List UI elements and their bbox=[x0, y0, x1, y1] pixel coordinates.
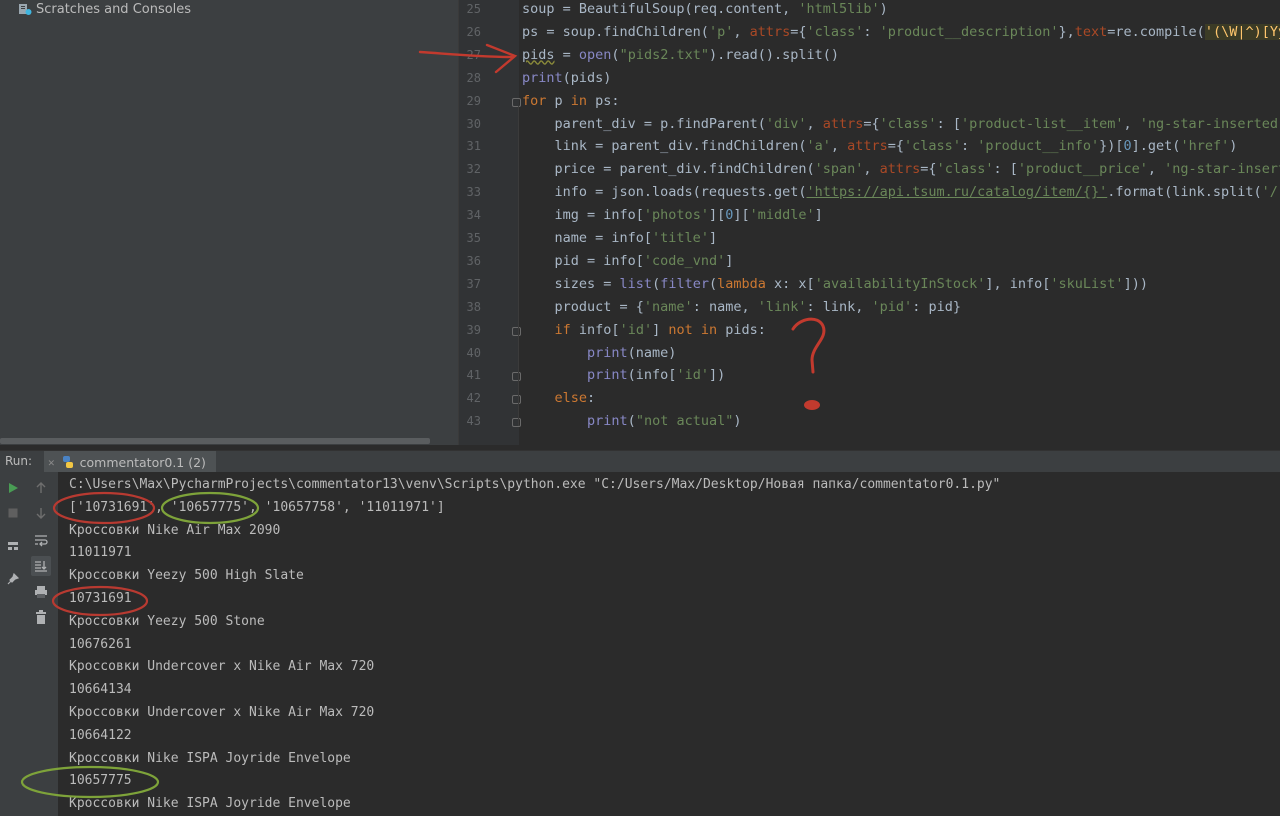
code-line: soup = BeautifulSoup(req.content, 'html5… bbox=[522, 1, 888, 17]
clear-all-icon[interactable] bbox=[33, 609, 49, 625]
code-line: else: bbox=[554, 390, 596, 407]
project-item-label: Scratches and Consoles bbox=[36, 1, 192, 17]
line-number: 40 bbox=[466, 345, 481, 360]
code-line: info = json.loads(requests.get('https://… bbox=[522, 184, 1280, 201]
code-line: img = info['photos'][0]['middle'] bbox=[522, 207, 823, 224]
console-line: 10664134 bbox=[69, 682, 132, 698]
console-line: ['10731691', '10657775', '10657758', '11… bbox=[69, 499, 445, 515]
console-line: Кроссовки Nike Air Max 2090 bbox=[69, 522, 281, 538]
run-tab-label: commentator0.1 (2) bbox=[79, 454, 206, 470]
console-line: Кроссовки Nike ISPA Joyride Envelope bbox=[69, 750, 351, 766]
line-number: 43 bbox=[466, 414, 481, 429]
line-number: 25 bbox=[466, 2, 481, 16]
scroll-up-icon[interactable] bbox=[33, 480, 49, 496]
console-line: 10676261 bbox=[69, 636, 132, 652]
fold-marker-icon[interactable] bbox=[512, 97, 521, 107]
console-line: Кроссовки Undercover x Nike Air Max 720 bbox=[69, 659, 375, 675]
line-number: 35 bbox=[466, 231, 481, 245]
fold-marker-icon[interactable] bbox=[512, 395, 521, 405]
code-line: ps = soup.findChildren('p', attrs={'clas… bbox=[522, 23, 1280, 40]
scroll-down-icon[interactable] bbox=[33, 505, 49, 521]
code-editor[interactable]: 25 26 27 28 29 30 31 32 33 34 35 36 37 38 39 40 41 42 43 s… bbox=[458, 0, 1280, 445]
fold-marker-icon[interactable] bbox=[512, 326, 521, 336]
run-toolwindow-header: Run: ✕ commentator0.1 (2) bbox=[0, 450, 1280, 473]
run-label: Run: bbox=[5, 454, 33, 468]
line-number: 37 bbox=[466, 276, 481, 291]
code-line: print(pids) bbox=[522, 69, 612, 86]
code-line: pid = info['code_vnd'] bbox=[522, 252, 734, 269]
run-toolbar bbox=[0, 472, 58, 816]
line-number: 38 bbox=[466, 299, 481, 314]
line-number: 28 bbox=[466, 70, 481, 85]
code-line: if info['id'] not in pids: bbox=[554, 321, 766, 338]
fold-marker-icon[interactable] bbox=[512, 418, 521, 428]
line-number: 36 bbox=[466, 253, 481, 268]
line-number: 34 bbox=[466, 208, 481, 223]
code-line: link = parent_div.findChildren('a', attr… bbox=[522, 138, 1238, 155]
print-icon[interactable] bbox=[33, 584, 49, 600]
line-number: 42 bbox=[466, 391, 481, 406]
close-tab-icon[interactable]: ✕ bbox=[48, 456, 55, 469]
line-number: 32 bbox=[466, 162, 481, 177]
run-tab[interactable]: ✕ commentator0.1 (2) bbox=[44, 451, 216, 473]
console-line: C:\Users\Max\PycharmProjects\commentator… bbox=[69, 477, 1001, 492]
line-number-gutter: 25 26 27 28 29 30 31 32 33 34 35 36 37 38 39 40 41 42 43 bbox=[458, 0, 521, 445]
console-line: 10657775 bbox=[69, 773, 132, 789]
stop-icon[interactable] bbox=[5, 505, 21, 521]
code-line: price = parent_div.findChildren('span', … bbox=[522, 161, 1280, 178]
console-line: 11011971 bbox=[69, 545, 132, 561]
pin-icon[interactable] bbox=[5, 571, 21, 587]
line-number: 29 bbox=[466, 93, 481, 108]
code-line: sizes = list(filter(lambda x: x['availab… bbox=[522, 275, 1148, 292]
console-line: Кроссовки Nike ISPA Joyride Envelope bbox=[69, 796, 351, 812]
code-line: print("not actual") bbox=[587, 413, 742, 430]
project-pane: Scratches and Consoles bbox=[0, 0, 458, 445]
code-line: for p in ps: bbox=[522, 92, 620, 109]
code-line: product = {'name': name, 'link': link, '… bbox=[522, 298, 961, 315]
scratches-icon bbox=[18, 2, 32, 16]
project-tree-item-scratches[interactable]: Scratches and Consoles bbox=[18, 0, 191, 18]
python-icon bbox=[61, 455, 75, 469]
code-line: print(name) bbox=[587, 344, 677, 361]
soft-wrap-icon[interactable] bbox=[33, 532, 49, 548]
code-line: print(info['id']) bbox=[587, 367, 726, 384]
code-line: parent_div = p.findParent('div', attrs={… bbox=[522, 115, 1280, 132]
line-number: 26 bbox=[466, 24, 481, 39]
console-line: Кроссовки Yeezy 500 Stone bbox=[69, 613, 265, 629]
fold-marker-icon[interactable] bbox=[512, 372, 521, 382]
console-line: Кроссовки Undercover x Nike Air Max 720 bbox=[69, 705, 375, 720]
line-number: 39 bbox=[466, 322, 481, 337]
code-line: pids = open("pids2.txt").read().split() bbox=[522, 46, 840, 63]
indent-guide bbox=[518, 106, 519, 426]
line-number: 33 bbox=[466, 185, 481, 200]
line-number: 27 bbox=[466, 47, 481, 62]
line-number: 41 bbox=[466, 368, 481, 383]
scroll-to-end-icon[interactable] bbox=[31, 556, 51, 576]
console-line: 10731691 bbox=[69, 591, 132, 606]
code-line: name = info['title'] bbox=[522, 230, 718, 246]
layout-icon[interactable] bbox=[5, 538, 21, 554]
run-console[interactable]: C:\Users\Max\PycharmProjects\commentator… bbox=[58, 472, 1280, 816]
line-number: 31 bbox=[466, 139, 481, 154]
console-line: Кроссовки Yeezy 500 High Slate bbox=[69, 568, 304, 584]
rerun-icon[interactable] bbox=[5, 480, 21, 496]
console-line: 10664122 bbox=[69, 727, 132, 743]
scrollbar-thumb[interactable] bbox=[0, 438, 430, 444]
line-number: 30 bbox=[466, 116, 481, 131]
